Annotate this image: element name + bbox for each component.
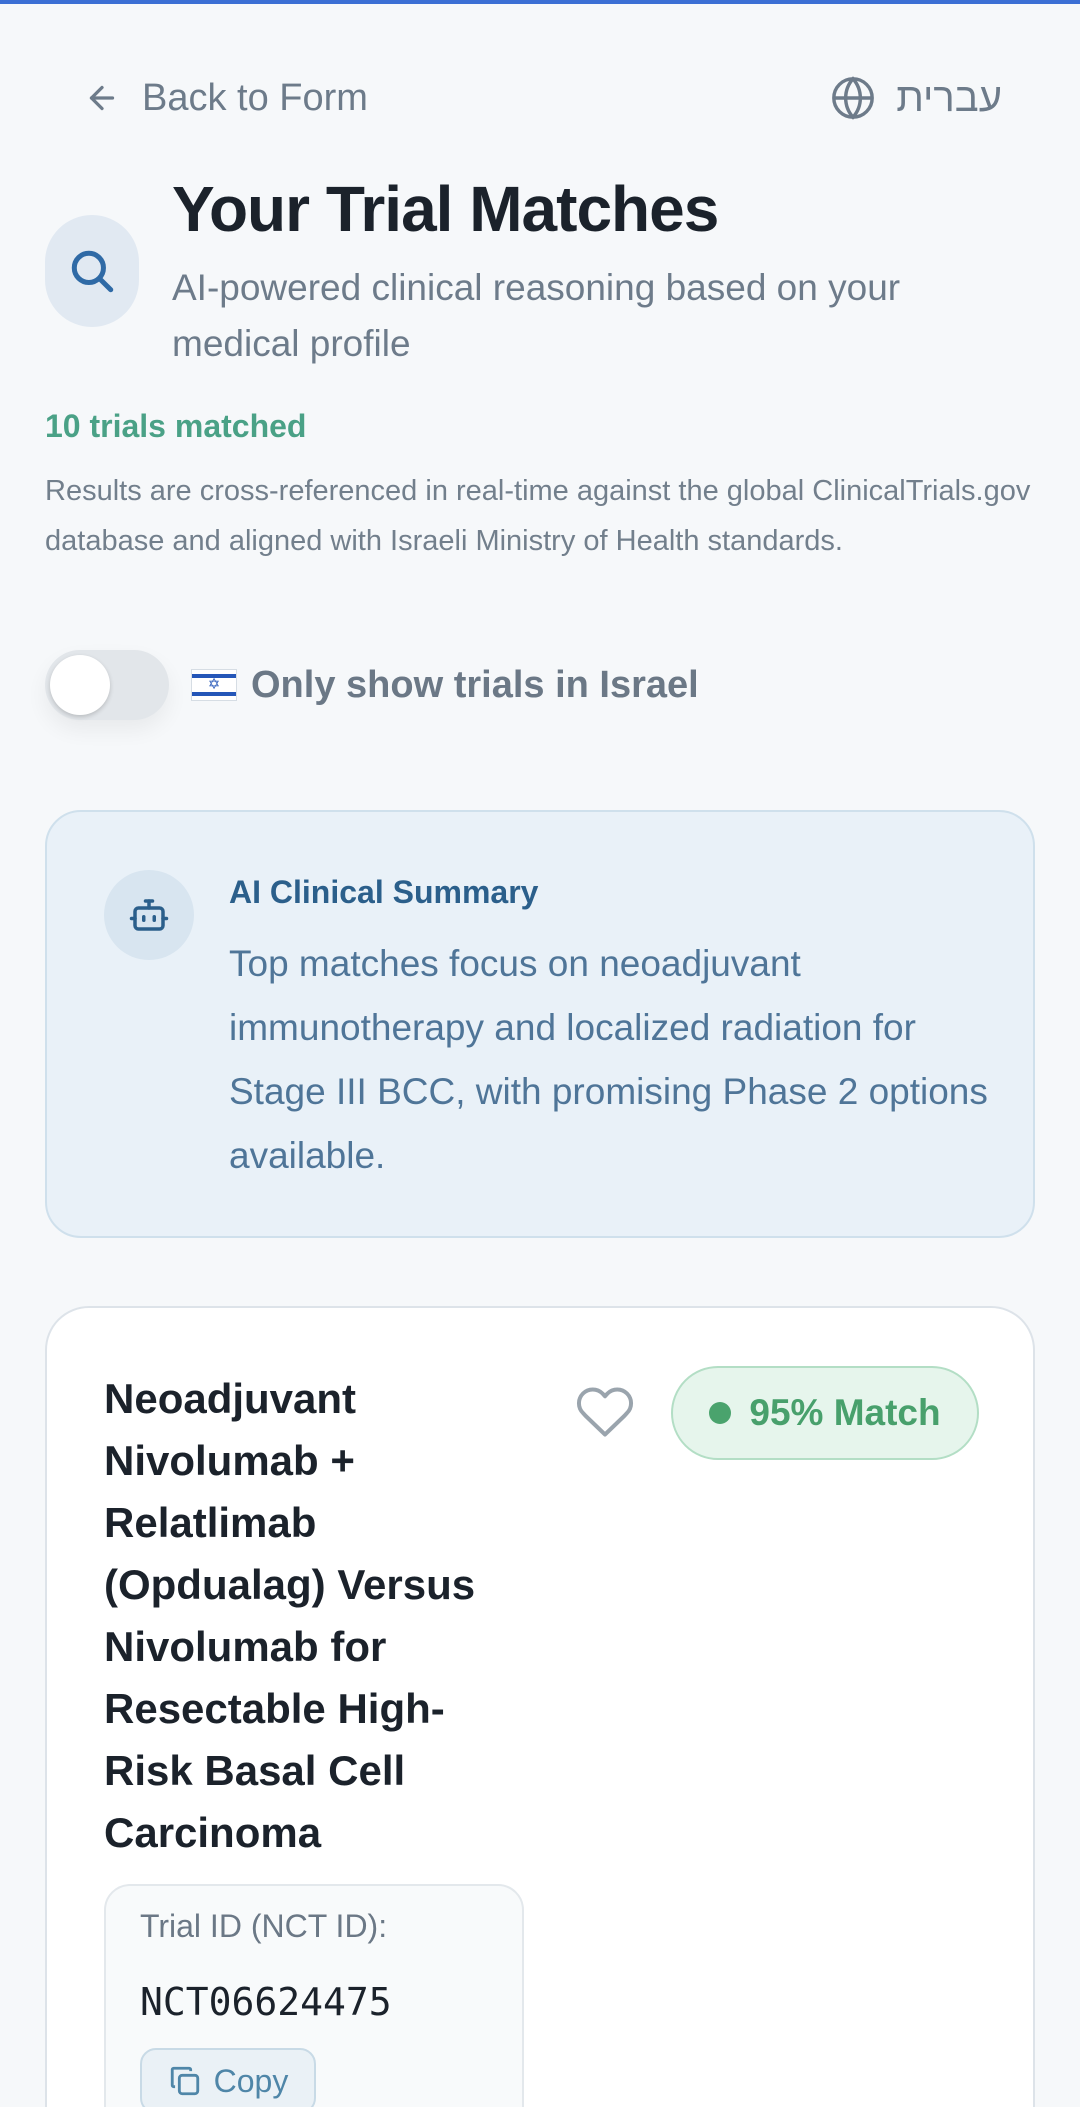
israel-filter-row: ✡ Only show trials in Israel <box>45 650 699 720</box>
heart-icon <box>577 1387 634 1437</box>
back-to-form-button[interactable]: Back to Form <box>84 72 368 124</box>
search-badge <box>45 215 139 327</box>
copy-label: Copy <box>213 2062 289 2099</box>
robot-badge <box>104 870 194 960</box>
toggle-knob <box>50 655 110 715</box>
summary-title: AI Clinical Summary <box>229 874 539 910</box>
ai-summary-card: AI Clinical Summary Top matches focus on… <box>45 810 1035 1238</box>
israel-flag-icon: ✡ <box>191 669 237 701</box>
match-score-badge: 95% Match <box>671 1366 979 1460</box>
favorite-button[interactable] <box>575 1382 635 1442</box>
copy-icon <box>170 2066 199 2096</box>
trial-card[interactable]: Neoadjuvant Nivolumab + Relatlimab (Opdu… <box>45 1306 1035 2107</box>
summary-text: Top matches focus on neoadjuvant immunot… <box>229 943 988 1176</box>
language-label: עברית <box>896 75 1002 120</box>
match-dot <box>709 1402 732 1424</box>
trial-id-label: Trial ID (NCT ID): <box>140 1908 388 1944</box>
match-score-text: 95% Match <box>749 1392 941 1433</box>
israel-only-toggle[interactable] <box>45 650 169 720</box>
arrow-left-icon <box>89 85 115 111</box>
top-nav: Back to Form עברית <box>0 0 1080 190</box>
israel-only-label: Only show trials in Israel <box>251 663 699 706</box>
globe-icon <box>832 76 875 120</box>
results-disclaimer: Results are cross-referenced in real-tim… <box>45 475 1031 557</box>
copy-id-button[interactable]: Copy <box>140 2048 316 2107</box>
matched-count: 10 trials matched <box>45 408 307 444</box>
search-icon <box>71 250 114 293</box>
language-switch-button[interactable]: עברית <box>830 72 1002 124</box>
trial-nct-id: NCT06624475 <box>140 1980 392 2024</box>
page-title: Your Trial Matches <box>172 173 719 245</box>
trial-title[interactable]: Neoadjuvant Nivolumab + Relatlimab (Opdu… <box>104 1368 524 1864</box>
back-to-form-label: Back to Form <box>142 76 368 119</box>
robot-icon <box>129 899 169 931</box>
page-subtitle: AI-powered clinical reasoning based on y… <box>172 267 901 364</box>
trial-id-box: Trial ID (NCT ID): NCT06624475 Copy <box>104 1884 524 2107</box>
